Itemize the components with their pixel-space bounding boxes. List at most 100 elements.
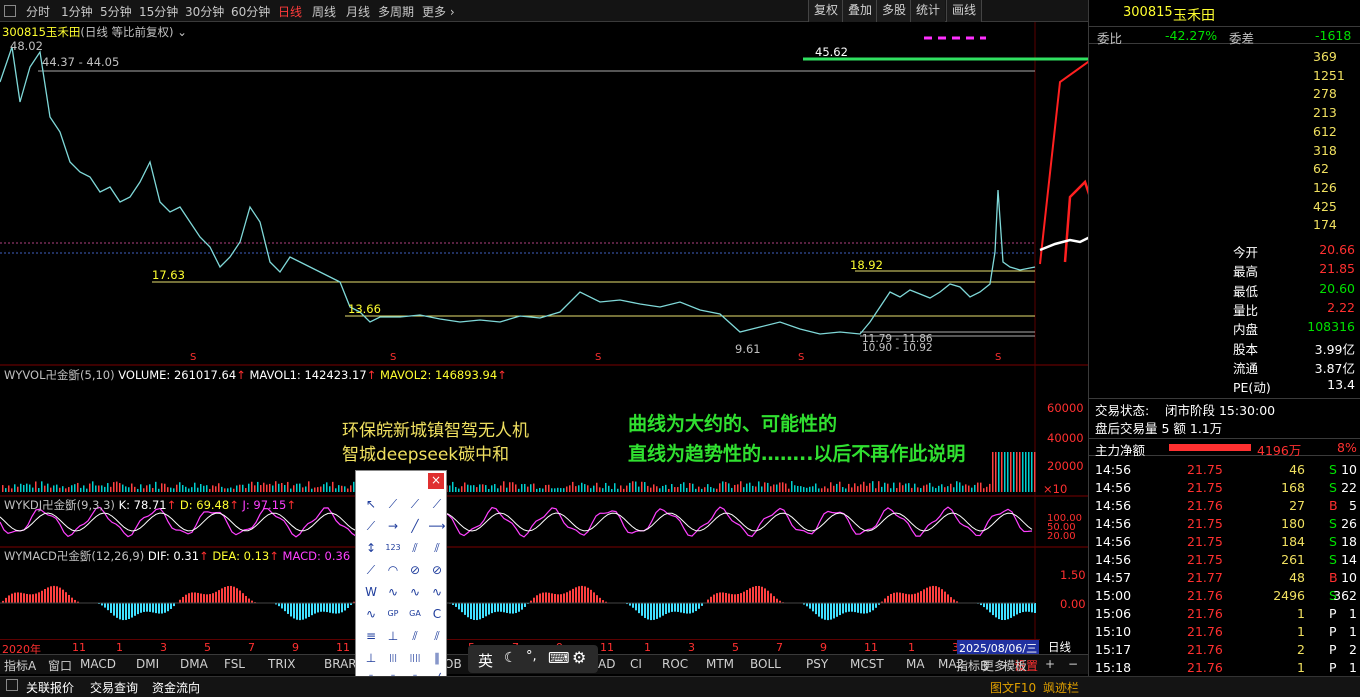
- orderbook-row[interactable]: 62: [1089, 160, 1360, 178]
- gear-icon[interactable]: ⚙: [572, 648, 586, 667]
- indicator-tab[interactable]: DMA: [180, 657, 208, 671]
- indicator-tab[interactable]: TRIX: [268, 657, 295, 671]
- draw-tool-icon[interactable]: ⊥: [384, 627, 402, 645]
- ime-lang-button[interactable]: 英: [478, 650, 493, 671]
- chevron-down-icon[interactable]: ⌄: [174, 25, 187, 39]
- tick-row[interactable]: 14:56 21.75 184 S 18: [1089, 533, 1360, 551]
- indicator-b-tab[interactable]: 指标B: [956, 657, 988, 674]
- draw-tool-icon[interactable]: ⟋: [428, 495, 446, 513]
- period-tab[interactable]: 5分钟: [100, 3, 132, 20]
- draw-tool-icon[interactable]: 123: [384, 539, 402, 557]
- more-periods[interactable]: 更多 ›: [422, 3, 455, 20]
- draw-tool-icon[interactable]: ∿: [406, 583, 424, 601]
- draw-tool-icon[interactable]: ∿: [428, 583, 446, 601]
- status-link-quote[interactable]: 关联报价: [26, 679, 74, 696]
- period-tab[interactable]: 分时: [26, 3, 50, 20]
- indicator-tab[interactable]: MACD: [80, 657, 116, 671]
- indicator-tab[interactable]: ROC: [662, 657, 688, 671]
- draw-tool-icon[interactable]: W: [362, 583, 380, 601]
- draw-tool-icon[interactable]: |||: [384, 649, 402, 667]
- sidebar-link[interactable]: 飒迹栏: [1043, 679, 1079, 696]
- orderbook-row[interactable]: 174: [1089, 216, 1360, 234]
- indicator-tab[interactable]: 窗口: [48, 657, 72, 674]
- tick-row[interactable]: 14:56 21.75 180 S 26: [1089, 515, 1360, 533]
- tick-row[interactable]: 15:18 21.76 1 P 1: [1089, 659, 1360, 677]
- tick-row[interactable]: 14:56 21.75 261 S 14: [1089, 551, 1360, 569]
- draw-line-button[interactable]: 画线: [946, 0, 983, 22]
- draw-tool-icon[interactable]: ⫽: [406, 627, 424, 645]
- tick-row[interactable]: 15:17 21.76 2 P 2: [1089, 641, 1360, 659]
- status-link-fund[interactable]: 资金流向: [152, 679, 200, 696]
- f10-link[interactable]: 图文F10: [990, 679, 1036, 696]
- close-icon[interactable]: ×: [428, 473, 444, 489]
- tick-row[interactable]: 15:10 21.76 1 P 1: [1089, 623, 1360, 641]
- adjust-button[interactable]: 复权: [808, 0, 844, 22]
- draw-tool-icon[interactable]: ⟶: [428, 517, 446, 535]
- indicator-tab[interactable]: MCST: [850, 657, 884, 671]
- period-tab[interactable]: 60分钟: [231, 3, 270, 20]
- link-icon[interactable]: [6, 679, 18, 691]
- draw-tool-icon[interactable]: GP: [384, 605, 402, 623]
- minus-icon[interactable]: −: [1068, 657, 1078, 671]
- period-tab[interactable]: 多周期: [378, 3, 414, 20]
- draw-tool-icon[interactable]: ↖: [362, 495, 380, 513]
- indicator-tab[interactable]: CI: [630, 657, 642, 671]
- indicator-tab[interactable]: 指标A: [4, 657, 36, 674]
- orderbook-row[interactable]: 369: [1089, 48, 1360, 66]
- draw-tool-icon[interactable]: GA: [406, 605, 424, 623]
- multi-stock-button[interactable]: 多股: [876, 0, 912, 22]
- tick-row[interactable]: 14:57 21.77 48 B 10: [1089, 569, 1360, 587]
- indicator-tab[interactable]: PSY: [806, 657, 828, 671]
- tick-row[interactable]: 15:00 21.76 2496 S 362: [1089, 587, 1360, 605]
- draw-tool-icon[interactable]: C: [428, 605, 446, 623]
- draw-tool-icon[interactable]: ⊥: [362, 649, 380, 667]
- tick-row[interactable]: 14:56 21.76 27 B 5: [1089, 497, 1360, 515]
- orderbook-row[interactable]: 278: [1089, 85, 1360, 103]
- template-tab[interactable]: 模板: [1003, 657, 1027, 674]
- period-tab[interactable]: 周线: [312, 3, 336, 20]
- draw-tool-icon[interactable]: ∿: [362, 605, 380, 623]
- orderbook-row[interactable]: 1251: [1089, 67, 1360, 85]
- orderbook-row[interactable]: 612: [1089, 123, 1360, 141]
- window-icon[interactable]: [4, 5, 16, 17]
- draw-tool-icon[interactable]: ╱: [406, 517, 424, 535]
- add-icon[interactable]: +: [1045, 657, 1055, 671]
- draw-tool-icon[interactable]: ⫽: [428, 627, 446, 645]
- period-tab-active[interactable]: 日线: [278, 3, 302, 20]
- draw-tool-icon[interactable]: ||||: [406, 649, 424, 667]
- tick-row[interactable]: 14:56 21.75 46 S 10: [1089, 461, 1360, 479]
- indicator-tab[interactable]: MTM: [706, 657, 734, 671]
- period-tab[interactable]: 15分钟: [139, 3, 178, 20]
- draw-tool-icon[interactable]: ⊘: [406, 561, 424, 579]
- draw-tool-icon[interactable]: ⟋: [406, 495, 424, 513]
- overlay-button[interactable]: 叠加: [842, 0, 878, 22]
- period-tab[interactable]: 月线: [346, 3, 370, 20]
- period-tab[interactable]: 1分钟: [61, 3, 93, 20]
- moon-icon[interactable]: ☾: [504, 650, 517, 666]
- orderbook-row[interactable]: 425: [1089, 198, 1360, 216]
- indicator-tab[interactable]: BOLL: [750, 657, 781, 671]
- draw-tool-icon[interactable]: →: [384, 517, 402, 535]
- orderbook-row[interactable]: 318: [1089, 142, 1360, 160]
- keyboard-icon[interactable]: ⌨: [548, 649, 570, 667]
- orderbook-row[interactable]: 126: [1089, 179, 1360, 197]
- draw-tool-icon[interactable]: ⟋: [384, 495, 402, 513]
- draw-tool-icon[interactable]: ⟋: [362, 561, 380, 579]
- chart-area[interactable]: S S S S S 300815玉禾田(日线 等比前复权) ⌄ 48.02 44…: [0, 22, 1088, 672]
- indicator-tab[interactable]: BRAR: [324, 657, 357, 671]
- draw-tool-icon[interactable]: ↕: [362, 539, 380, 557]
- tick-row[interactable]: 14:56 21.75 168 S 22: [1089, 479, 1360, 497]
- indicator-tab[interactable]: DMI: [136, 657, 159, 671]
- draw-tool-icon[interactable]: ∥: [428, 649, 446, 667]
- indicator-tab[interactable]: FSL: [224, 657, 245, 671]
- stats-button[interactable]: 统计: [910, 0, 946, 22]
- draw-tool-icon[interactable]: ⫽: [406, 539, 424, 557]
- status-link-trade[interactable]: 交易查询: [90, 679, 138, 696]
- draw-tool-icon[interactable]: ≡: [362, 627, 380, 645]
- ime-toolbar[interactable]: 英 ☾ °, ⌨ ⚙: [468, 645, 598, 673]
- period-tab[interactable]: 30分钟: [185, 3, 224, 20]
- draw-tool-icon[interactable]: ◠: [384, 561, 402, 579]
- punctuation-icon[interactable]: °,: [526, 649, 537, 664]
- draw-tool-icon[interactable]: ⫽: [428, 539, 446, 557]
- draw-tool-icon[interactable]: ∿: [384, 583, 402, 601]
